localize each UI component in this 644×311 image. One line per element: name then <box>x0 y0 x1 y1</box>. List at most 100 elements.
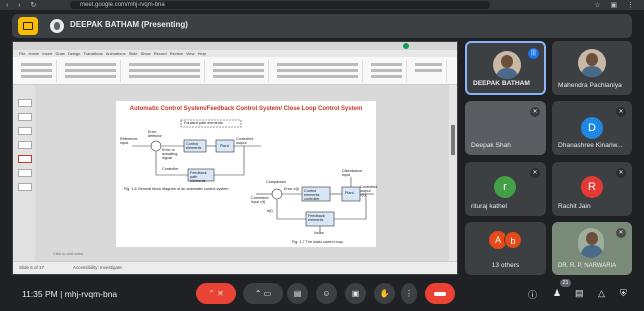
ribbon-group-editing[interactable] <box>367 60 407 82</box>
label-control-elements: Control elements <box>186 142 202 150</box>
mic-off-icon: ✕ <box>616 107 626 117</box>
participant-name: Dhanashree Kinariw... <box>558 142 623 149</box>
ribbon-group-slides[interactable] <box>61 60 121 82</box>
video-feed <box>578 228 604 258</box>
label-forward-path: Forward path elements <box>184 121 223 125</box>
label-plant: Plant <box>220 144 229 148</box>
ribbon-group-drawing[interactable] <box>273 60 363 82</box>
slide-scrollbar[interactable] <box>449 85 457 262</box>
slide: Automatic Control System/Feedback Contro… <box>116 101 378 247</box>
browser-nav-icons[interactable]: ‹ › ↻ <box>6 1 40 9</box>
browser-toolbar: ‹ › ↻ meet.google.com/mhj-rvqm-bna ☆ ▣ ⋮ <box>0 0 644 10</box>
avatar <box>578 49 606 77</box>
label-reference-input: Reference input <box>120 137 138 145</box>
label-plant-2: Plant <box>345 191 354 195</box>
label-error-detector: Error detector <box>148 130 162 138</box>
fig2-caption: Fig. 1.7 The basic control loop. <box>292 240 344 244</box>
leave-call-button[interactable] <box>425 283 455 304</box>
slide-thumbnail-pane <box>13 85 35 262</box>
avatar: D <box>581 117 603 139</box>
ribbon-group-paragraph[interactable] <box>209 60 269 82</box>
present-icon[interactable]: ▣ <box>345 283 366 304</box>
slide-thumbnail[interactable] <box>18 169 32 177</box>
address-bar[interactable]: meet.google.com/mhj-rvqm-bna <box>70 1 490 9</box>
camera-control[interactable]: ⌃ ▭ <box>243 283 283 304</box>
label-controller: Controller <box>162 167 179 171</box>
mic-off-icon: ✕ <box>530 107 540 117</box>
participant-tile[interactable]: D ✕ Dhanashree Kinariw... <box>552 101 632 155</box>
slide-thumbnail[interactable] <box>18 113 32 121</box>
people-icon[interactable]: ♟ <box>553 288 561 299</box>
meeting-time: 11:35 PM <box>22 289 58 299</box>
label-output: Controlled output c(t) <box>360 185 378 197</box>
others-count: 13 others <box>491 262 520 269</box>
slide-counter: Slide 6 of 17 <box>19 265 45 270</box>
summing-junction <box>150 140 162 152</box>
slide-thumbnail[interactable] <box>18 99 32 107</box>
presenter-avatar <box>50 19 64 33</box>
raise-hand-icon[interactable]: ✋ <box>374 283 395 304</box>
slide-thumbnail[interactable] <box>18 183 32 191</box>
accessibility-status[interactable]: Accessibility: Investigate <box>73 265 122 270</box>
participant-tile[interactable]: r ✕ rituraj kathel <box>465 162 546 216</box>
fig1-caption: Fig. 1.6 General block diagram of an aut… <box>124 187 230 191</box>
slide-thumbnail-active[interactable] <box>18 155 32 163</box>
participant-name: rituraj kathel <box>471 203 507 210</box>
block-diagrams <box>132 119 374 232</box>
emoji-icon[interactable]: ☺ <box>316 283 337 304</box>
record-icon <box>403 43 409 49</box>
info-icon[interactable]: ⓘ <box>528 288 537 301</box>
participant-tile[interactable]: R ✕ Rachit Jain <box>552 162 632 216</box>
participant-tile[interactable]: Mahendra Pachlaniya <box>552 41 632 95</box>
host-controls-icon[interactable]: ⛨ <box>620 288 627 299</box>
presenter-bar: DEEPAK BATHAM (Presenting) <box>12 14 632 38</box>
avatar: b <box>504 231 522 249</box>
slide-thumbnail[interactable] <box>18 141 32 149</box>
participant-tile[interactable]: ✕ DR. R. P. NARWARIA <box>552 222 632 275</box>
label-feedback-path: Feedback path elements <box>190 171 207 183</box>
label-error-signal: Error or actuating signal <box>162 148 178 160</box>
participant-name: Mahendra Pachlaniya <box>558 82 622 89</box>
ribbon-group-clipboard[interactable] <box>17 60 57 82</box>
label-disturbance: Disturbance input <box>342 169 363 177</box>
notes-placeholder[interactable]: Click to add notes <box>53 252 83 256</box>
participant-tile[interactable]: ||| DEEPAK BATHAM <box>465 41 546 95</box>
browser-action-icons[interactable]: ☆ ▣ ⋮ <box>594 1 638 9</box>
ribbon-group-addins[interactable] <box>411 60 447 82</box>
ribbon-group-font[interactable] <box>125 60 205 82</box>
label-comparator: Comparator <box>266 180 287 184</box>
ppt-status-bar: Slide 6 of 17 Accessibility: Investigate <box>13 261 457 274</box>
meeting-info: 11:35 PM | mhj-rvqm-bna <box>22 289 117 299</box>
participant-tile[interactable]: ✕ Deepak Shah <box>465 101 546 155</box>
more-options-icon[interactable]: ⋮ <box>401 283 417 304</box>
people-count-badge: 21 <box>560 279 571 287</box>
label-error: Error e(t) <box>284 187 300 191</box>
label-command-input: Command input r(t) <box>251 196 269 204</box>
shared-screen: File Home Insert Draw Design Transitions… <box>12 41 458 275</box>
ppt-ribbon-tabs[interactable]: File Home Insert Draw Design Transitions… <box>13 50 457 57</box>
ppt-title-bar <box>13 42 457 50</box>
presentation-icon[interactable] <box>18 17 38 35</box>
captions-icon[interactable]: ▤ <box>287 283 308 304</box>
slide-thumbnail[interactable] <box>18 127 32 135</box>
mic-control[interactable]: ⌃ ✕ <box>196 283 236 304</box>
participant-name: Rachit Jain <box>558 203 591 210</box>
mic-off-icon: ✕ <box>616 168 626 178</box>
activities-icon[interactable]: △ <box>598 288 605 299</box>
participant-name: DEEPAK BATHAM <box>473 80 530 87</box>
mic-off-icon: ✕ <box>616 228 626 238</box>
label-controlled-output: Controlled output <box>236 137 254 145</box>
comparator-junction <box>271 188 283 200</box>
chat-icon[interactable]: ▤ <box>575 288 584 299</box>
label-feedback-elements: Feedback elements <box>308 214 325 222</box>
meeting-separator: | <box>60 289 63 299</box>
participant-name: Deepak Shah <box>471 142 511 149</box>
avatar: R <box>581 176 603 198</box>
others-tile[interactable]: A b 13 others <box>465 222 546 275</box>
participant-name: DR. R. P. NARWARIA <box>558 263 617 269</box>
label-noise: Noise <box>314 231 324 235</box>
label-control-elements-controller: Control elements controller <box>304 189 320 201</box>
ppt-ribbon <box>13 57 457 85</box>
avatar: r <box>494 176 516 198</box>
presenter-name: DEEPAK BATHAM (Presenting) <box>70 20 188 29</box>
